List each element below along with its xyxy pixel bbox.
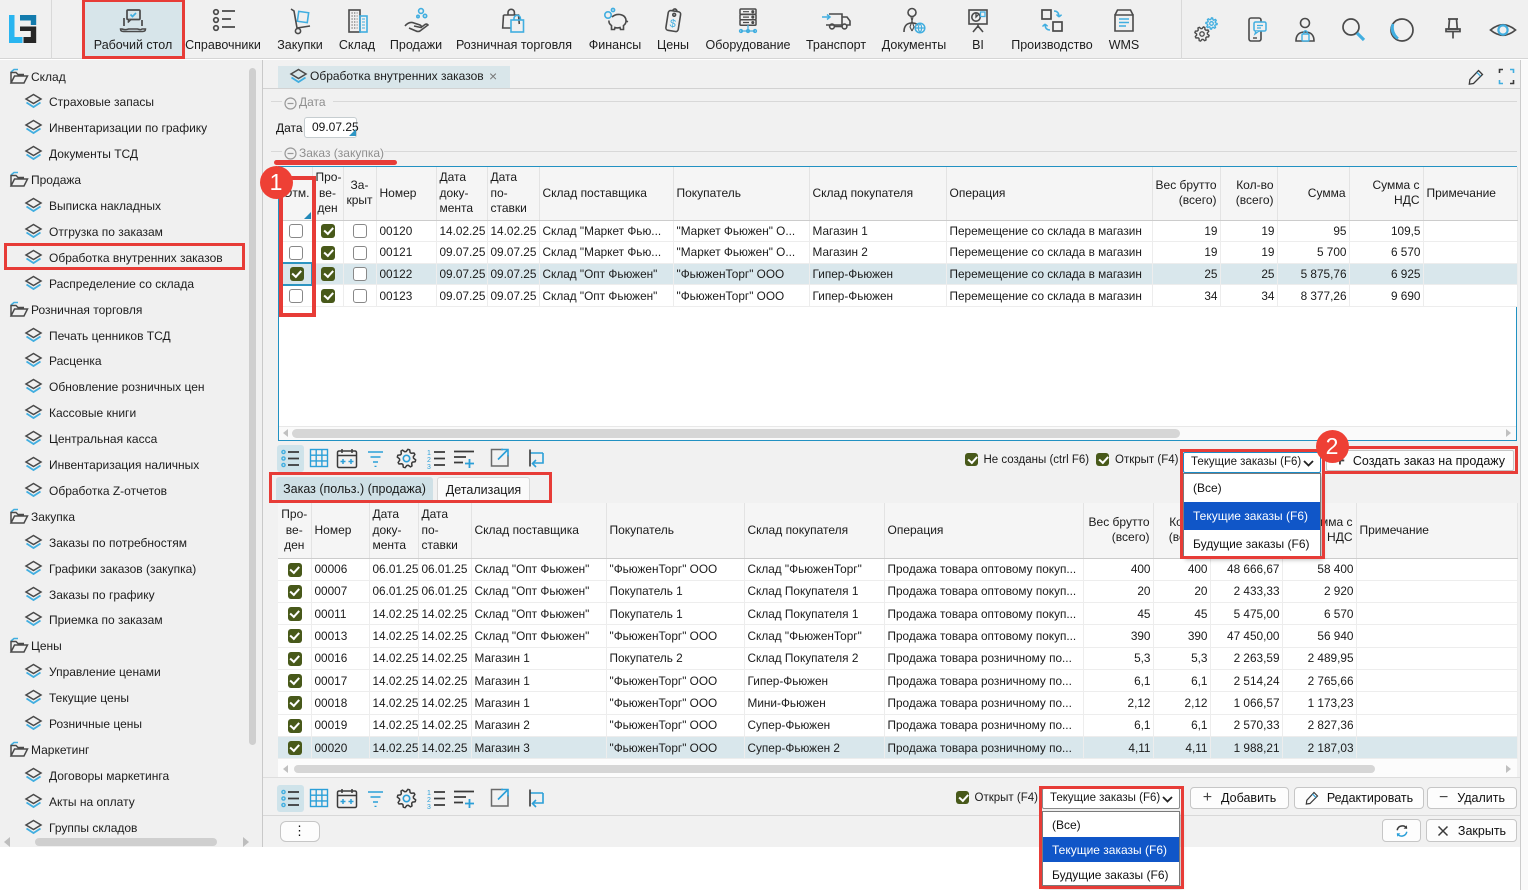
svg-text:2: 2 <box>427 797 431 804</box>
svg-text:1: 1 <box>427 450 431 457</box>
svg-text:3: 3 <box>427 464 431 469</box>
svg-text:3: 3 <box>427 804 431 809</box>
svg-text:$: $ <box>669 18 677 31</box>
svg-text:2: 2 <box>427 457 431 464</box>
svg-text:1: 1 <box>427 790 431 797</box>
